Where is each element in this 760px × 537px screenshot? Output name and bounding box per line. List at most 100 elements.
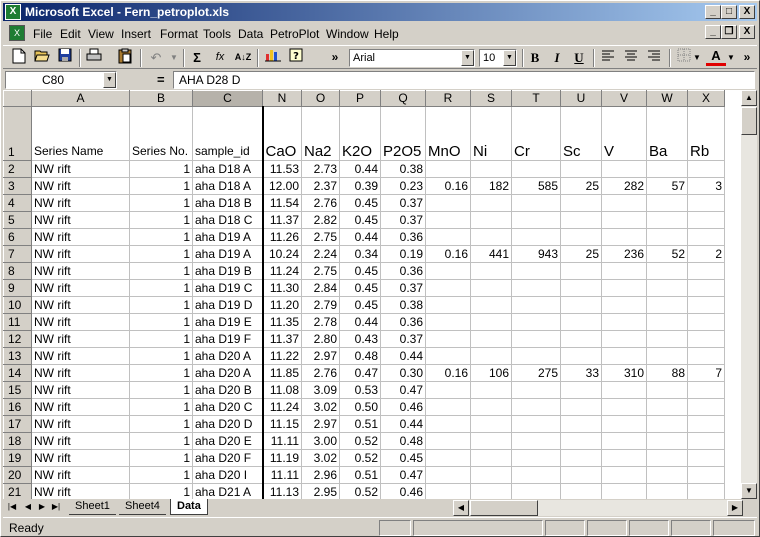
cell-x[interactable]: [687, 381, 725, 399]
column-header-p[interactable]: P: [339, 90, 381, 107]
cell-q[interactable]: 0.30: [380, 364, 426, 382]
row-header[interactable]: 8: [3, 262, 32, 280]
horizontal-scrollbar[interactable]: ◀ ▶: [453, 500, 743, 516]
cell-s[interactable]: [470, 398, 512, 416]
cell-b[interactable]: 1: [129, 432, 193, 450]
cell-u[interactable]: [560, 262, 602, 280]
undo-dropdown-icon[interactable]: ▼: [164, 48, 184, 68]
cell-b[interactable]: 1: [129, 245, 193, 263]
row-header[interactable]: 6: [3, 228, 32, 246]
cell-b[interactable]: 1: [129, 177, 193, 195]
cell-q[interactable]: 0.23: [380, 177, 426, 195]
align-left-icon[interactable]: [598, 48, 618, 68]
cell-n[interactable]: 11.24: [261, 398, 302, 416]
cell-w[interactable]: [646, 415, 688, 433]
cell-c[interactable]: aha D20 I: [192, 466, 263, 484]
cell-s[interactable]: [470, 415, 512, 433]
cell-o[interactable]: 2.75: [301, 228, 340, 246]
cell-t[interactable]: [511, 330, 561, 348]
cell-v[interactable]: 282: [601, 177, 647, 195]
cell-c[interactable]: aha D20 E: [192, 432, 263, 450]
column-header-u[interactable]: U: [560, 90, 602, 107]
cell-a[interactable]: NW rift: [31, 177, 130, 195]
cell-w[interactable]: [646, 381, 688, 399]
cell-c[interactable]: aha D21 A: [192, 483, 263, 499]
cell-b[interactable]: 1: [129, 398, 193, 416]
chevron-down-icon[interactable]: ▼: [692, 48, 702, 68]
row-header[interactable]: 11: [3, 313, 32, 331]
cell-s[interactable]: [470, 262, 512, 280]
cell-w[interactable]: [646, 347, 688, 365]
cell-o[interactable]: 2.75: [301, 262, 340, 280]
cell-r[interactable]: [425, 228, 471, 246]
cell-u[interactable]: 33: [560, 364, 602, 382]
cell-p[interactable]: 0.44: [339, 313, 381, 331]
font-size-select[interactable]: 10 ▼: [479, 49, 517, 67]
cell-a[interactable]: NW rift: [31, 313, 130, 331]
cell-r[interactable]: [425, 398, 471, 416]
cell-b[interactable]: 1: [129, 381, 193, 399]
cell-t[interactable]: [511, 228, 561, 246]
new-icon[interactable]: [9, 48, 29, 68]
cell-s[interactable]: 441: [470, 245, 512, 263]
cell-w[interactable]: [646, 194, 688, 212]
cell-w[interactable]: [646, 466, 688, 484]
row-header[interactable]: 15: [3, 381, 32, 399]
menu-format[interactable]: Format: [160, 26, 198, 42]
cell-t[interactable]: [511, 398, 561, 416]
cell-p[interactable]: 0.45: [339, 262, 381, 280]
cell-s[interactable]: [470, 381, 512, 399]
menu-window[interactable]: Window: [326, 26, 369, 42]
cell-p[interactable]: 0.50: [339, 398, 381, 416]
cell-o[interactable]: 2.82: [301, 211, 340, 229]
cell-r[interactable]: [425, 381, 471, 399]
cell-q[interactable]: 0.47: [380, 381, 426, 399]
save-icon[interactable]: [55, 48, 75, 68]
cell-b[interactable]: 1: [129, 347, 193, 365]
undo-icon[interactable]: ↶: [146, 48, 166, 68]
underline-button[interactable]: U: [569, 48, 589, 68]
scroll-right-icon[interactable]: ▶: [727, 500, 743, 516]
cell-n[interactable]: 11.35: [261, 313, 302, 331]
cell-p[interactable]: 0.39: [339, 177, 381, 195]
cell-b[interactable]: 1: [129, 415, 193, 433]
row-header[interactable]: 3: [3, 177, 32, 195]
cell-c[interactable]: aha D19 D: [192, 296, 263, 314]
cell-t[interactable]: [511, 279, 561, 297]
cell-x[interactable]: [687, 296, 725, 314]
cell-r[interactable]: MnO: [425, 106, 471, 161]
workbook-minimize-button[interactable]: _: [705, 25, 721, 39]
cell-x[interactable]: [687, 347, 725, 365]
cell-b[interactable]: 1: [129, 262, 193, 280]
cell-o[interactable]: 3.09: [301, 381, 340, 399]
cell-v[interactable]: [601, 415, 647, 433]
row-header[interactable]: 10: [3, 296, 32, 314]
row-header[interactable]: 1: [3, 106, 32, 161]
cell-t[interactable]: [511, 415, 561, 433]
cell-n[interactable]: 11.13: [261, 483, 302, 499]
cell-s[interactable]: Ni: [470, 106, 512, 161]
menu-insert[interactable]: Insert: [121, 26, 151, 42]
cell-t[interactable]: 275: [511, 364, 561, 382]
cell-q[interactable]: 0.38: [380, 296, 426, 314]
cell-t[interactable]: Cr: [511, 106, 561, 161]
cell-q[interactable]: 0.37: [380, 194, 426, 212]
cell-r[interactable]: 0.16: [425, 364, 471, 382]
sheet-tab-sheet1[interactable]: Sheet1: [69, 499, 116, 515]
cell-w[interactable]: 88: [646, 364, 688, 382]
cell-s[interactable]: [470, 483, 512, 499]
cell-v[interactable]: 310: [601, 364, 647, 382]
cell-a[interactable]: NW rift: [31, 347, 130, 365]
cell-s[interactable]: [470, 347, 512, 365]
cell-w[interactable]: [646, 228, 688, 246]
minimize-button[interactable]: _: [705, 5, 721, 19]
cell-q[interactable]: 0.46: [380, 398, 426, 416]
cell-r[interactable]: [425, 415, 471, 433]
cell-w[interactable]: [646, 279, 688, 297]
chart-wizard-icon[interactable]: [263, 48, 283, 68]
cell-q[interactable]: 0.36: [380, 313, 426, 331]
row-header[interactable]: 16: [3, 398, 32, 416]
column-header-x[interactable]: X: [687, 90, 725, 107]
cell-n[interactable]: 10.24: [261, 245, 302, 263]
cell-b[interactable]: 1: [129, 211, 193, 229]
